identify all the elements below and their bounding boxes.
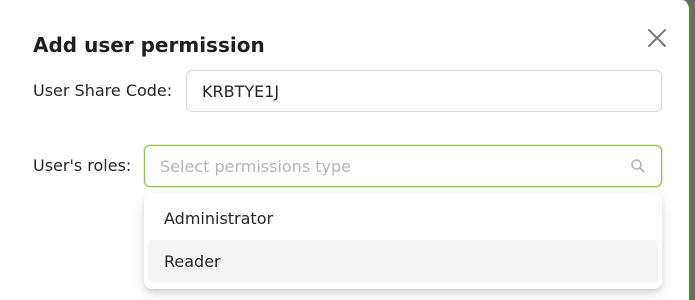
share-code-label: User Share Code:: [33, 81, 173, 100]
search-icon: [630, 158, 646, 174]
share-code-input[interactable]: KRBTYE1J: [186, 70, 662, 112]
option-reader[interactable]: Reader: [148, 240, 658, 283]
roles-select[interactable]: Select permissions type: [144, 145, 662, 187]
roles-dropdown: Administrator Reader: [144, 193, 662, 289]
roles-placeholder: Select permissions type: [160, 157, 351, 176]
share-code-value: KRBTYE1J: [202, 82, 280, 101]
add-user-permission-dialog: Add user permission User Share Code: KRB…: [0, 0, 692, 300]
option-administrator[interactable]: Administrator: [148, 197, 658, 240]
roles-label: User's roles:: [33, 156, 132, 175]
close-icon[interactable]: [645, 26, 669, 50]
dialog-title: Add user permission: [33, 33, 265, 57]
